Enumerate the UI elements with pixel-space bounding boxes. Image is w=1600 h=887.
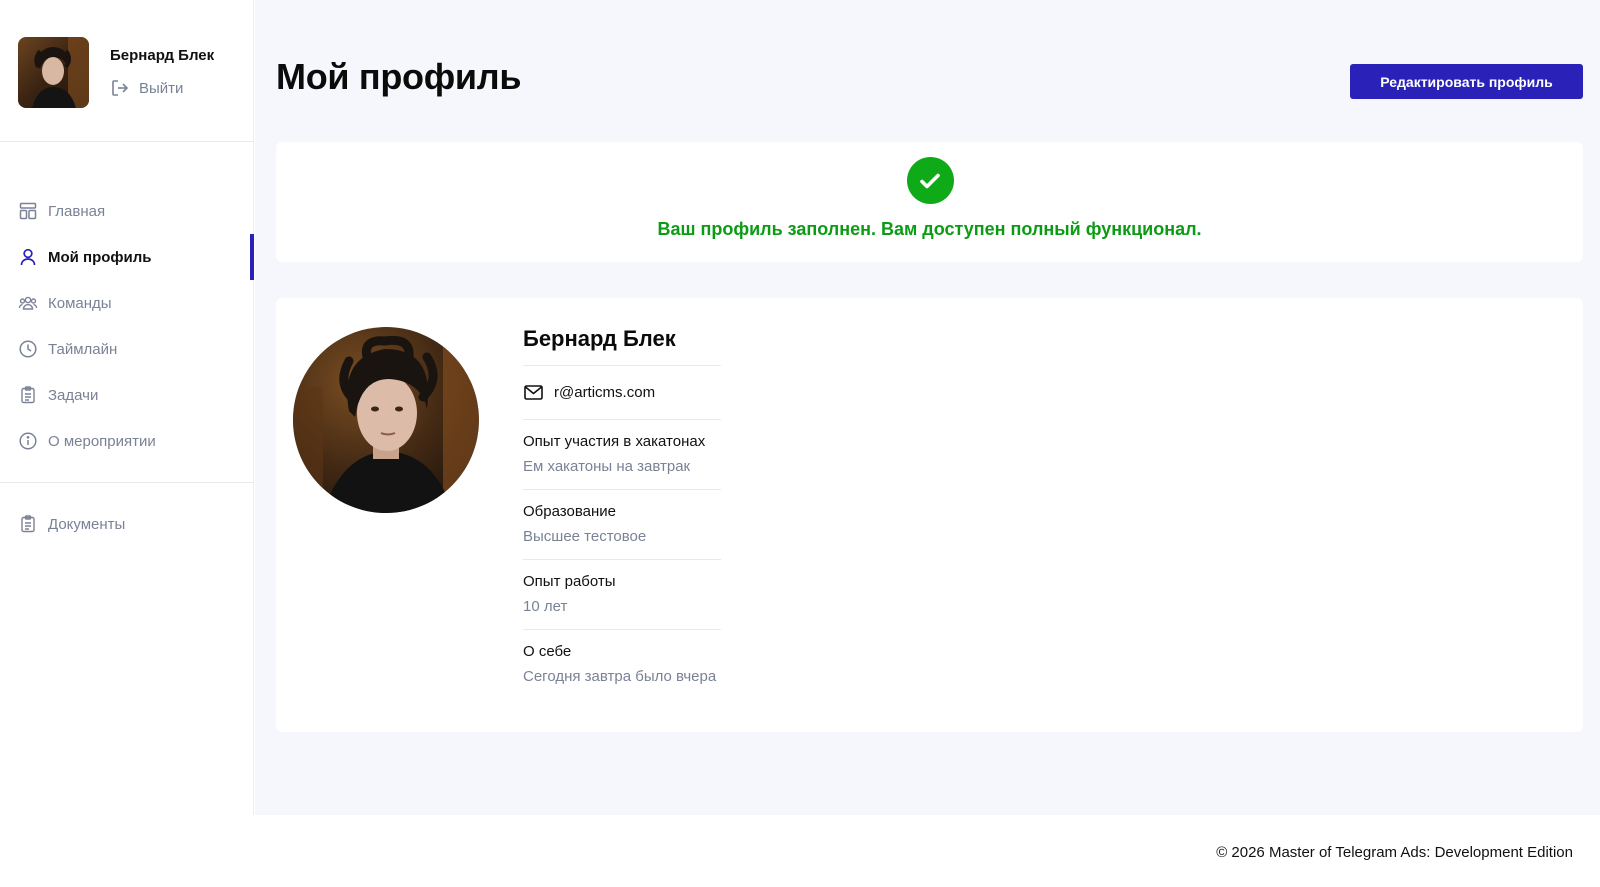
- profile-field-hackathons: Опыт участия в хакатонах Ем хакатоны на …: [523, 420, 721, 490]
- sidebar-item-label: Главная: [48, 202, 106, 220]
- main-content: Мой профиль Редактировать профиль Ваш пр…: [255, 0, 1600, 815]
- profile-card: Бернард Блек r@articms.com Опыт участия …: [276, 298, 1583, 732]
- profile-photo: [293, 327, 479, 513]
- clipboard-icon: [21, 386, 35, 404]
- sidebar-nav: Главная Мой профиль Команды Таймлайн Зад…: [0, 188, 254, 464]
- mail-icon: [524, 385, 543, 400]
- profile-email-row: r@articms.com: [523, 366, 721, 420]
- logout-button[interactable]: Выйти: [110, 78, 183, 98]
- field-value: Сегодня завтра было вчера: [523, 668, 717, 685]
- profile-field-experience: Опыт работы 10 лет: [523, 560, 721, 630]
- sidebar-divider: [0, 482, 254, 483]
- sidebar-item-label: Задачи: [48, 386, 99, 404]
- profile-name: Бернард Блек: [523, 326, 721, 366]
- sidebar-item-label: Документы: [48, 515, 126, 533]
- profile-email[interactable]: r@articms.com: [554, 384, 655, 401]
- profile-field-about: О себе Сегодня завтра было вчера: [523, 630, 721, 700]
- field-value: Высшее тестовое: [523, 528, 647, 545]
- sidebar-item-documents[interactable]: Документы: [0, 501, 254, 547]
- field-value: 10 лет: [523, 598, 568, 615]
- info-icon: [19, 432, 37, 450]
- sidebar-item-teams[interactable]: Команды: [0, 280, 254, 326]
- check-circle-icon: [906, 157, 954, 204]
- edit-profile-button[interactable]: Редактировать профиль: [1350, 64, 1583, 99]
- sidebar-item-label: Команды: [48, 294, 112, 312]
- field-label: Опыт работы: [523, 573, 616, 590]
- clock-icon: [19, 340, 37, 358]
- sidebar-item-about[interactable]: О мероприятии: [0, 418, 254, 464]
- sidebar-item-profile[interactable]: Мой профиль: [0, 234, 254, 280]
- field-label: Опыт участия в хакатонах: [523, 433, 706, 450]
- team-icon: [18, 296, 38, 310]
- user-icon: [20, 248, 36, 266]
- logout-icon: [112, 80, 129, 96]
- user-name: Бернард Блек: [110, 47, 215, 64]
- sidebar: Бернард Блек Выйти Главная Мой профиль К…: [0, 0, 254, 815]
- avatar[interactable]: [18, 37, 89, 108]
- avatar-photo: [18, 37, 89, 108]
- field-label: Образование: [523, 503, 616, 520]
- user-block: Бернард Блек Выйти: [0, 0, 254, 142]
- footer: © 2026 Master of Telegram Ads: Developme…: [0, 815, 1600, 887]
- document-icon: [21, 515, 35, 533]
- field-value: Ем хакатоны на завтрак: [523, 458, 691, 475]
- sidebar-nav-secondary: Документы: [0, 501, 254, 547]
- sidebar-item-label: О мероприятии: [48, 432, 156, 450]
- sidebar-item-label: Мой профиль: [48, 248, 152, 266]
- app-root: Бернард Блек Выйти Главная Мой профиль К…: [0, 0, 1600, 887]
- sidebar-item-label: Таймлайн: [48, 340, 118, 358]
- page-title: Мой профиль: [276, 56, 522, 97]
- check-icon: [920, 173, 940, 188]
- notice-text: Ваш профиль заполнен. Вам доступен полны…: [657, 219, 1202, 239]
- copyright: © 2026 Master of Telegram Ads: Developme…: [1216, 844, 1573, 861]
- profile-avatar: [293, 327, 479, 513]
- profile-field-education: Образование Высшее тестовое: [523, 490, 721, 560]
- sidebar-item-home[interactable]: Главная: [0, 188, 254, 234]
- sidebar-item-timeline[interactable]: Таймлайн: [0, 326, 254, 372]
- profile-complete-notice: Ваш профиль заполнен. Вам доступен полны…: [276, 142, 1583, 262]
- field-label: О себе: [523, 643, 572, 660]
- profile-info: Бернард Блек r@articms.com Опыт участия …: [523, 326, 721, 700]
- dashboard-icon: [19, 202, 37, 220]
- logout-label: Выйти: [139, 79, 184, 97]
- sidebar-item-tasks[interactable]: Задачи: [0, 372, 254, 418]
